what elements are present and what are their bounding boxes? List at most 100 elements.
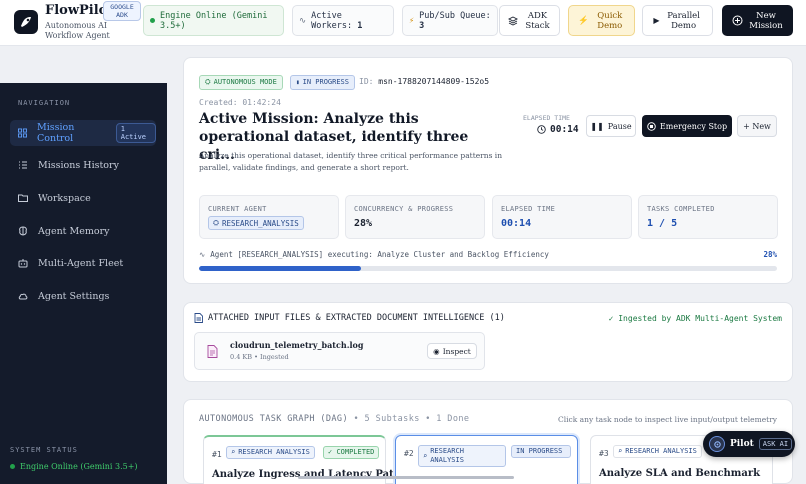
clock-icon xyxy=(537,125,546,134)
task-graph-card: AUTONOMOUS TASK GRAPH (DAG) • 5 Subtasks… xyxy=(183,399,793,484)
pause-icon: ❚❚ xyxy=(590,121,604,131)
queue-label: Pub/Sub Queue: xyxy=(419,10,491,21)
mission-id-label: ID: xyxy=(359,77,374,86)
brain-icon xyxy=(19,226,27,236)
stop-label: Emergency Stop xyxy=(659,121,728,131)
stat-label: ELAPSED TIME xyxy=(501,205,556,213)
folder-icon xyxy=(18,194,28,202)
queue-count: 3 xyxy=(419,20,425,31)
sidebar-item-missions-history[interactable]: Missions History xyxy=(10,152,156,178)
active-mission-card: ⛭ AUTONOMOUS MODE ▮ IN PROGRESS ID: msn-… xyxy=(183,57,793,284)
new-mission-button[interactable]: New Mission xyxy=(722,5,793,36)
files-title-text: ATTACHED INPUT FILES & EXTRACTED DOCUMEN… xyxy=(208,313,505,323)
nav-title: NAVIGATION xyxy=(18,99,71,107)
parallel-demo-label: Parallel Demo xyxy=(667,10,700,31)
task-status-badge: IN PROGRESS xyxy=(511,445,571,458)
task-graph-title-text: AUTONOMOUS TASK GRAPH (DAG) xyxy=(199,414,348,424)
bot-icon: ⛭ xyxy=(213,218,219,227)
inspect-button[interactable]: ◉ Inspect xyxy=(427,343,477,359)
sidebar-item-label: Agent Settings xyxy=(38,290,110,302)
stat-label: CONCURRENCY & PROGRESS xyxy=(354,205,454,213)
current-agent-chip: ⛭ RESEARCH_ANALYSIS xyxy=(208,216,304,230)
pulse-icon: ▮ xyxy=(296,79,300,86)
emergency-stop-button[interactable]: Emergency Stop xyxy=(642,115,732,137)
new-button[interactable]: + New xyxy=(737,115,777,137)
sidebar-item-label: Multi-Agent Fleet xyxy=(38,257,124,269)
stat-value: 00:14 xyxy=(501,218,532,229)
parallel-demo-button[interactable]: ▶ Parallel Demo xyxy=(642,5,713,36)
eye-icon: ◉ xyxy=(433,346,440,356)
sidebar-item-label: Missions History xyxy=(38,159,119,171)
quick-demo-label: Quick Demo xyxy=(597,10,623,31)
task-number: #3 xyxy=(599,449,609,458)
search-icon: ⌕ xyxy=(618,447,623,455)
current-agent-value: RESEARCH_ANALYSIS xyxy=(222,218,299,228)
activity-icon: ∿ xyxy=(299,15,307,26)
sidebar-item-mission-control[interactable]: Mission Control 1 Active xyxy=(10,120,156,146)
horizontal-scrollbar[interactable] xyxy=(298,476,514,479)
task-agent-text: RESEARCH ANALYSIS xyxy=(430,447,464,464)
flowpilot-logo-icon xyxy=(14,10,38,34)
agent-activity-text: Agent [RESEARCH_ANALYSIS] executing: Ana… xyxy=(210,250,549,259)
layers-icon xyxy=(507,15,518,26)
task-agent-text: RESEARCH ANALYSIS xyxy=(238,448,310,456)
google-adk-badge: GOOGLE ADK xyxy=(103,1,141,21)
task-agent-tag: ⌕ RESEARCH ANALYSIS xyxy=(418,445,506,467)
mission-description: Analyze this operational dataset, identi… xyxy=(199,151,503,172)
agent-activity: ∿ Agent [RESEARCH_ANALYSIS] executing: A… xyxy=(199,250,549,259)
stat-value: 1 / 5 xyxy=(647,218,678,229)
sidebar-item-label: Workspace xyxy=(38,192,91,204)
current-agent-stat: CURRENT AGENT ⛭ RESEARCH_ANALYSIS xyxy=(199,195,339,239)
dashboard-icon xyxy=(18,128,27,138)
task-number: #2 xyxy=(404,449,414,458)
system-status: Engine Online (Gemini 3.5+) xyxy=(10,462,138,471)
adk-stack-label: ADK Stack xyxy=(525,10,550,31)
elapsed-stat: ELAPSED TIME 00:14 xyxy=(492,195,632,239)
check-icon: ✓ xyxy=(328,448,333,456)
task-title: Analyze SLA and Benchmark xyxy=(599,468,761,479)
workers-count: 1 xyxy=(357,20,363,31)
tasks-completed-stat: TASKS COMPLETED 1 / 5 xyxy=(638,195,778,239)
concurrency-stat: CONCURRENCY & PROGRESS 28% xyxy=(345,195,485,239)
elapsed-time-value: 00:14 xyxy=(550,124,579,135)
file-icon xyxy=(207,345,218,358)
ask-ai-badge: ASK AI xyxy=(758,438,793,450)
brand-subtitle: Autonomous AI Workflow Agent xyxy=(45,21,110,40)
search-icon: ⌕ xyxy=(423,451,428,460)
sidebar-item-agent-settings[interactable]: Agent Settings xyxy=(10,283,156,309)
adk-stack-button[interactable]: ADK Stack xyxy=(499,5,560,36)
plus-circle-icon xyxy=(732,15,743,26)
progress-bar xyxy=(199,266,777,271)
task-status-badge: ✓ COMPLETED xyxy=(323,446,380,459)
bot-icon: ⛭ xyxy=(205,78,211,86)
active-count-badge: 1 Active xyxy=(115,123,156,143)
bolt-icon: ⚡ xyxy=(578,15,589,26)
pilot-label: Pilot xyxy=(730,439,754,449)
task-graph-hint: Click any task node to inspect live inpu… xyxy=(558,415,777,424)
list-icon xyxy=(19,161,27,169)
pilot-assistant-button[interactable]: Pilot ASK AI xyxy=(703,431,795,457)
pause-button[interactable]: ❚❚ Pause xyxy=(586,115,636,137)
search-icon: ⌕ xyxy=(231,448,236,456)
sidebar-item-multi-agent-fleet[interactable]: Multi-Agent Fleet xyxy=(10,250,156,276)
document-icon xyxy=(194,313,203,323)
quick-demo-button[interactable]: ⚡ Quick Demo xyxy=(568,5,635,36)
mission-id-value: msn-1788207144809-152o5 xyxy=(378,77,490,86)
pilot-icon xyxy=(709,436,725,452)
progress-bar-fill xyxy=(199,266,361,271)
sidebar-item-agent-memory[interactable]: Agent Memory xyxy=(10,218,156,244)
system-status-text: Engine Online (Gemini 3.5+) xyxy=(20,462,138,471)
task-agent-tag: ⌕ RESEARCH ANALYSIS xyxy=(226,446,315,459)
file-item: cloudrun_telemetry_batch.log 0.4 KB • In… xyxy=(194,332,485,370)
stop-circle-icon xyxy=(647,121,656,131)
status-dot-icon xyxy=(10,464,15,469)
elapsed-time-label: ELAPSED TIME xyxy=(523,114,570,122)
pause-label: Pause xyxy=(607,121,632,131)
mode-tag-text: AUTONOMOUS MODE xyxy=(213,78,277,86)
status-dot-icon xyxy=(150,18,155,23)
created-time: Created: 01:42:24 xyxy=(199,98,281,107)
activity-icon: ∿ xyxy=(199,250,206,259)
sidebar-item-workspace[interactable]: Workspace xyxy=(10,185,156,211)
app-header: FlowPilot GOOGLE ADK Autonomous AI Workf… xyxy=(0,0,806,46)
lightning-icon: ⚡ xyxy=(409,15,415,26)
